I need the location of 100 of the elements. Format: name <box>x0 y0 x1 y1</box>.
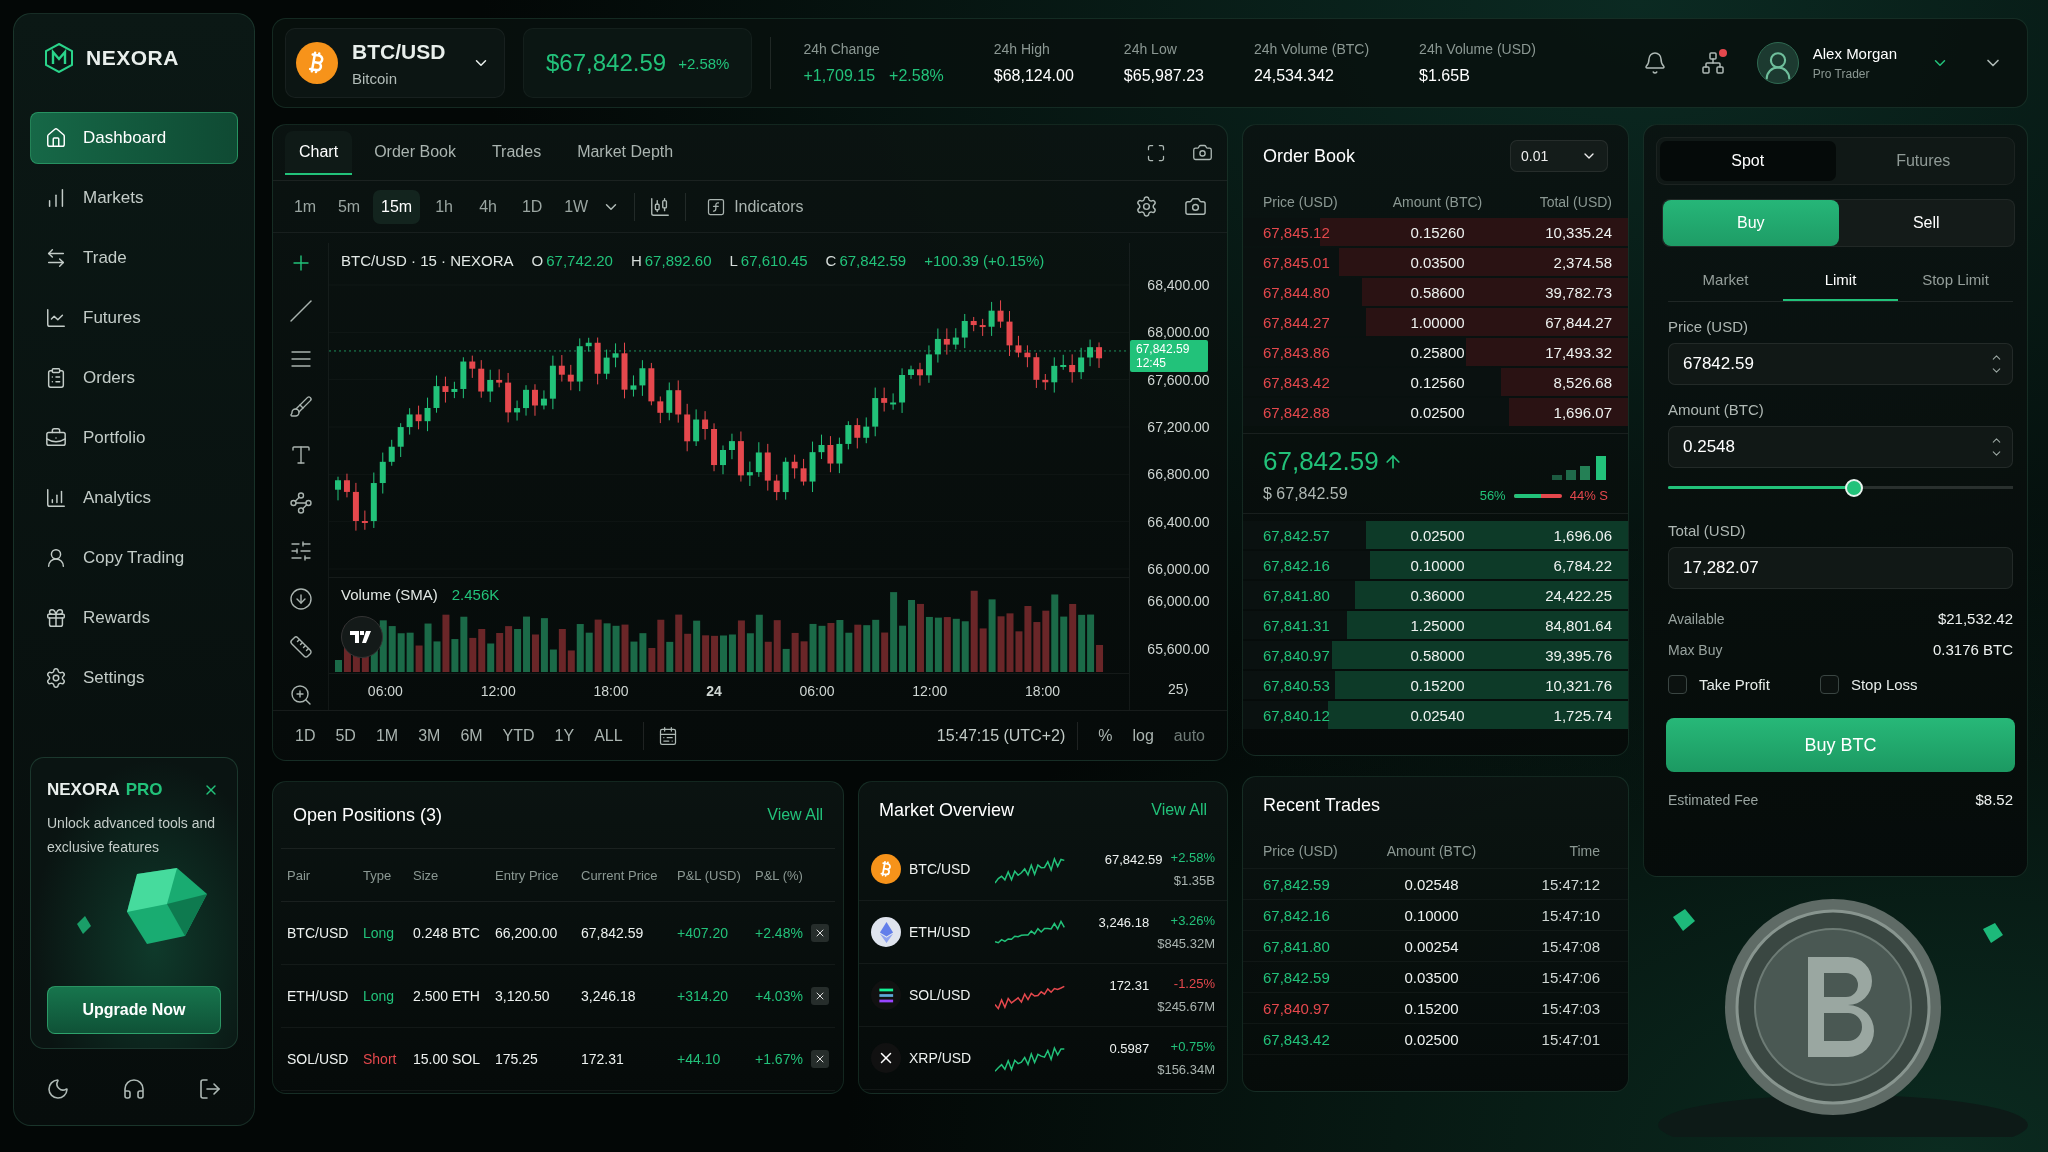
x-coin-icon <box>871 1043 901 1073</box>
market-price: 3,246.18 <box>1098 915 1150 930</box>
panel-title: Market Overview <box>879 799 1015 821</box>
summary-label: Max Buy <box>1668 641 1723 658</box>
market-price: 67,842.59 <box>1104 852 1163 867</box>
scale-option[interactable]: % <box>1090 722 1121 749</box>
timeframe-button[interactable]: 1D <box>512 189 553 224</box>
range-button[interactable]: 5D <box>327 722 364 749</box>
price-label: 68,400.00 <box>1147 277 1210 293</box>
column-header: Amount (BTC) <box>1391 194 1484 210</box>
ohlc-value: 67,892.60 <box>644 251 712 269</box>
nav-item[interactable]: Settings <box>30 652 238 704</box>
pair-selector[interactable]: BTC/USD Bitcoin <box>285 28 505 98</box>
ohlc-value: 67,742.20 <box>546 251 613 269</box>
timeframe-button[interactable]: 1m <box>285 189 325 224</box>
ohlc-label: L <box>729 251 738 269</box>
price-input[interactable]: 67842.59 <box>1668 343 2013 385</box>
summary-label: Available <box>1668 610 1725 627</box>
ask-price: 67,844.27 <box>1263 313 1331 331</box>
nav-item[interactable]: Copy Trading <box>30 532 238 584</box>
view-all-link[interactable]: View All <box>1151 801 1207 819</box>
table-cell-text: 66,200.00 <box>495 925 559 941</box>
timeframe-button[interactable]: 4h <box>468 189 509 224</box>
scale-option[interactable]: auto <box>1165 722 1213 749</box>
stat-value: 24,534.342 <box>1253 67 1334 85</box>
chart-tab[interactable]: Order Book <box>360 130 470 175</box>
order-type-tab[interactable]: Stop Limit <box>1898 259 2013 301</box>
nav-item[interactable]: Futures <box>30 292 238 344</box>
buy-ratio: 56% <box>1479 488 1506 503</box>
line-chart-icon <box>45 307 67 329</box>
close-button[interactable] <box>811 1050 829 1068</box>
trade-price: 67,842.59 <box>1263 875 1331 893</box>
view-all-link[interactable]: View All <box>767 806 823 824</box>
indicators-button[interactable]: Indicators <box>698 192 812 221</box>
ask-amount: 0.25800 <box>1409 343 1466 361</box>
chart-tab[interactable]: Trades <box>477 130 556 175</box>
table-cell-text: 3,246.18 <box>581 988 637 1004</box>
checkbox[interactable] <box>1668 675 1687 694</box>
nav-item[interactable]: Portfolio <box>30 412 238 464</box>
column-header: Size <box>413 867 440 883</box>
close-button[interactable] <box>811 987 829 1005</box>
timeframe-button[interactable]: 1h <box>424 189 465 224</box>
checkbox-option[interactable]: Stop Loss <box>1819 675 1918 694</box>
nav-item[interactable]: Analytics <box>30 472 238 524</box>
range-button[interactable]: 1Y <box>546 722 583 749</box>
range-button[interactable]: 6M <box>452 722 491 749</box>
close-button[interactable] <box>811 924 829 942</box>
precision-select[interactable]: 0.01 <box>1510 140 1608 172</box>
upgrade-button[interactable]: Upgrade Now <box>47 986 221 1034</box>
scale-option[interactable]: log <box>1124 722 1162 749</box>
column-header: Pair <box>287 867 312 883</box>
order-type-tab[interactable]: Limit <box>1783 259 1898 301</box>
account-type-tab[interactable]: Futures <box>1835 141 2011 181</box>
time-label: 12:00 <box>480 682 516 699</box>
volume-value: 2.456K <box>451 586 500 603</box>
checkbox-option[interactable]: Take Profit <box>1668 675 1770 694</box>
bitcoin-coin-icon <box>296 42 338 84</box>
nav-item[interactable]: Orders <box>30 352 238 404</box>
time-label: 25⟩ <box>1167 681 1189 697</box>
amount-input[interactable]: 0.2548 <box>1668 426 2013 468</box>
nav-item[interactable]: Trade <box>30 232 238 284</box>
slider-thumb[interactable] <box>1845 479 1864 497</box>
column-header: Price (USD) <box>1263 842 1339 859</box>
ask-price: 67,845.01 <box>1263 253 1331 271</box>
market-price: 0.5987 <box>1109 1041 1150 1056</box>
timeframe-button[interactable]: 15m <box>373 189 421 224</box>
bid-amount: 0.10000 <box>1409 556 1466 574</box>
side-tab[interactable]: Sell <box>1838 200 2014 246</box>
trade-time: 15:47:12 <box>1540 875 1600 893</box>
plan-name: PRO <box>125 780 163 800</box>
chart-tab[interactable]: Chart <box>285 130 353 175</box>
trade-amount: 0.10000 <box>1403 906 1460 924</box>
user-name: Alex Morgan <box>1812 45 1897 62</box>
nav-item[interactable]: Rewards <box>30 592 238 644</box>
column-header: Time <box>1568 842 1600 859</box>
ask-price: 67,842.88 <box>1263 403 1331 421</box>
stat-change: +2.58% <box>889 67 944 85</box>
range-button[interactable]: 1D <box>287 722 324 749</box>
price-label: 67,600.00 <box>1147 371 1210 388</box>
timeframe-button[interactable]: 5m <box>329 189 369 224</box>
range-button[interactable]: ALL <box>586 722 631 749</box>
ask-total: 67,844.27 <box>1544 313 1612 331</box>
chart-tab[interactable]: Market Depth <box>563 130 688 175</box>
range-button[interactable]: 3M <box>410 722 449 749</box>
bid-total: 1,696.06 <box>1552 526 1612 544</box>
nav-item[interactable]: Markets <box>30 172 238 224</box>
trade-price: 67,843.42 <box>1263 1030 1331 1048</box>
mid-price: 67,842.59 <box>1263 446 1379 477</box>
account-type-tab[interactable]: Spot <box>1660 141 1836 181</box>
nav-item[interactable]: Dashboard <box>30 112 238 164</box>
trade-price: 67,841.80 <box>1263 937 1331 955</box>
timeframe-button[interactable]: 1W <box>556 189 597 224</box>
ask-total: 10,335.24 <box>1544 223 1612 241</box>
range-button[interactable]: 1M <box>367 722 407 749</box>
trade-time: 15:47:03 <box>1540 999 1600 1017</box>
order-type-tab[interactable]: Market <box>1668 259 1783 301</box>
table-cell-text: 175.25 <box>495 1051 539 1067</box>
checkbox[interactable] <box>1819 675 1839 694</box>
total-input[interactable]: 17,282.07 <box>1668 547 2013 589</box>
range-button[interactable]: YTD <box>494 722 543 749</box>
